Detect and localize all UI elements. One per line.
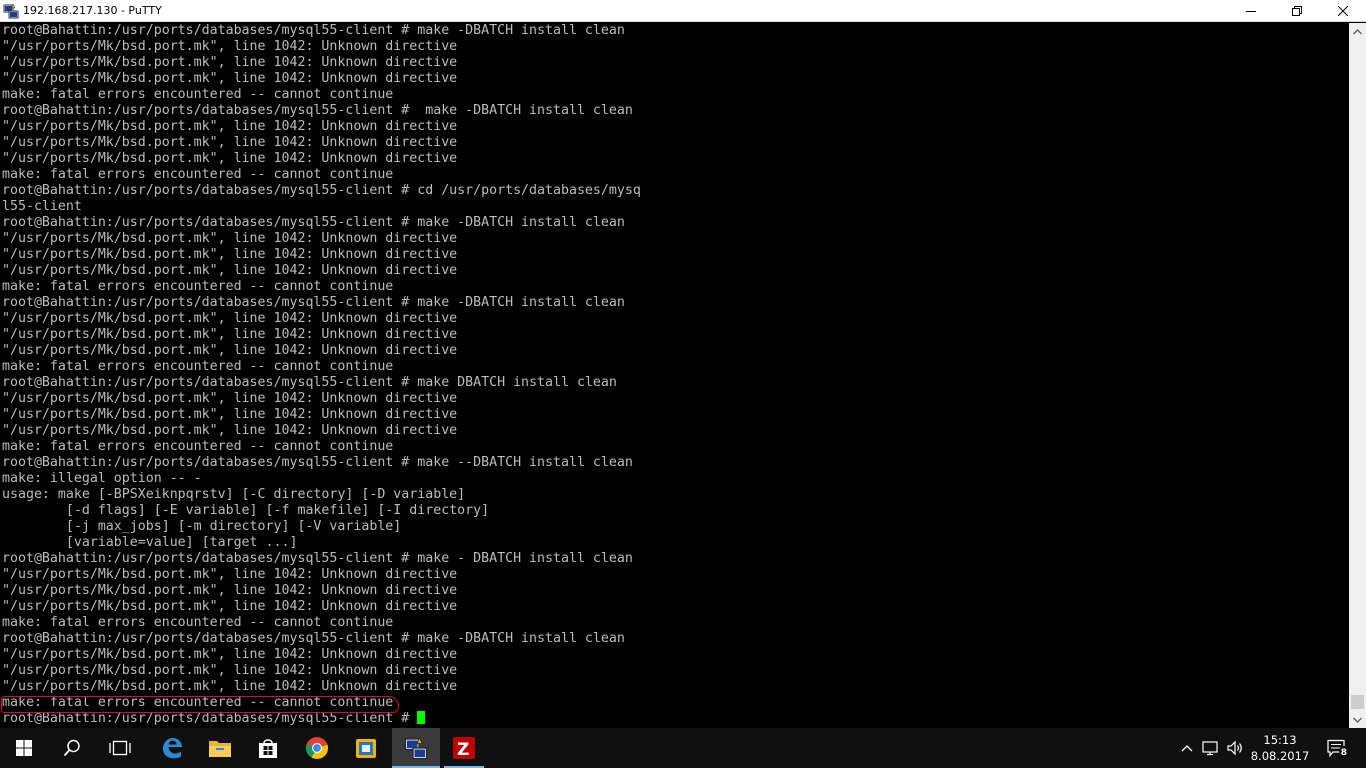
putty-icon <box>3 3 19 19</box>
app-icon <box>356 739 376 758</box>
clock-time: 15:13 <box>1263 733 1297 747</box>
terminal-line: make: fatal errors encountered -- cannot… <box>2 87 394 102</box>
window-title: 192.168.217.130 - PuTTY <box>23 4 162 17</box>
terminal-line: "/usr/ports/Mk/bsd.port.mk", line 1042: … <box>2 407 458 422</box>
scrollbar-thumb[interactable] <box>1351 695 1364 709</box>
taskbar-app[interactable] <box>342 728 390 768</box>
terminal-cursor <box>417 711 426 724</box>
terminal-line: root@Bahattin:/usr/ports/databases/mysql… <box>2 215 625 230</box>
task-view-icon <box>109 740 131 756</box>
store-icon <box>259 739 277 758</box>
windows-start-icon <box>16 740 32 756</box>
restore-icon <box>1292 6 1302 16</box>
scroll-down-icon <box>1353 717 1362 723</box>
task-view-button[interactable] <box>96 728 144 768</box>
terminal-line: "/usr/ports/Mk/bsd.port.mk", line 1042: … <box>2 55 458 70</box>
terminal-line: make: fatal errors encountered -- cannot… <box>2 439 394 454</box>
clock-date: 8.08.2017 <box>1250 749 1310 763</box>
terminal-line: make: fatal errors encountered -- cannot… <box>2 279 394 294</box>
svg-text:Z: Z <box>457 740 469 759</box>
terminal-line: "/usr/ports/Mk/bsd.port.mk", line 1042: … <box>2 311 458 326</box>
terminal-line: "/usr/ports/Mk/bsd.port.mk", line 1042: … <box>2 599 458 614</box>
terminal-line: "/usr/ports/Mk/bsd.port.mk", line 1042: … <box>2 343 458 358</box>
terminal-line: "/usr/ports/Mk/bsd.port.mk", line 1042: … <box>2 119 458 134</box>
terminal-line: "/usr/ports/Mk/bsd.port.mk", line 1042: … <box>2 71 458 86</box>
terminal-window[interactable]: root@Bahattin:/usr/ports/databases/mysql… <box>0 23 1349 728</box>
taskbar-filezilla[interactable]: Z <box>440 728 488 768</box>
terminal-line: "/usr/ports/Mk/bsd.port.mk", line 1042: … <box>2 663 458 678</box>
close-icon <box>1338 6 1348 16</box>
putty-icon <box>404 736 428 760</box>
terminal-line: root@Bahattin:/usr/ports/databases/mysql… <box>2 183 641 198</box>
terminal-line: l55-client <box>2 199 82 214</box>
file-explorer-icon <box>209 741 231 757</box>
network-button[interactable] <box>1199 728 1223 768</box>
filezilla-icon: Z <box>453 737 475 759</box>
search-icon <box>63 739 80 757</box>
taskbar-edge[interactable] <box>148 728 196 768</box>
taskbar-file-explorer[interactable] <box>196 728 244 768</box>
scroll-up-icon <box>1353 28 1362 34</box>
terminal-line: root@Bahattin:/usr/ports/databases/mysql… <box>2 103 633 118</box>
taskbar: Z 15:13 8.08.2017 8 <box>0 728 1366 768</box>
terminal-prompt-line: root@Bahattin:/usr/ports/databases/mysql… <box>2 711 641 727</box>
terminal-line: "/usr/ports/Mk/bsd.port.mk", line 1042: … <box>2 231 458 246</box>
volume-icon <box>1227 740 1242 756</box>
search-button[interactable] <box>48 728 96 768</box>
close-button[interactable] <box>1320 0 1366 22</box>
terminal-line: "/usr/ports/Mk/bsd.port.mk", line 1042: … <box>2 583 458 598</box>
terminal-line: "/usr/ports/Mk/bsd.port.mk", line 1042: … <box>2 647 458 662</box>
terminal-line: make: illegal option -- - <box>2 471 202 486</box>
taskbar-putty[interactable] <box>392 728 440 768</box>
terminal-line: root@Bahattin:/usr/ports/databases/mysql… <box>2 631 625 646</box>
terminal-line: make: fatal errors encountered -- cannot… <box>2 359 394 374</box>
chevron-up-icon <box>1181 745 1193 752</box>
terminal-line: "/usr/ports/Mk/bsd.port.mk", line 1042: … <box>2 247 458 262</box>
terminal-line: "/usr/ports/Mk/bsd.port.mk", line 1042: … <box>2 679 458 694</box>
taskbar-chrome[interactable] <box>293 728 341 768</box>
terminal-line: root@Bahattin:/usr/ports/databases/mysql… <box>2 23 625 38</box>
error-highlight-annotation <box>1 696 399 713</box>
action-center-button[interactable]: 8 <box>1318 728 1358 768</box>
scroll-down-button[interactable] <box>1349 711 1366 728</box>
terminal-prompt: root@Bahattin:/usr/ports/databases/mysql… <box>2 711 418 726</box>
maximize-button[interactable] <box>1274 0 1320 22</box>
terminal-line: make: fatal errors encountered -- cannot… <box>2 167 394 182</box>
title-bar: 192.168.217.130 - PuTTY <box>0 0 1366 22</box>
terminal-line: "/usr/ports/Mk/bsd.port.mk", line 1042: … <box>2 391 458 406</box>
notification-count: 8 <box>1341 748 1347 757</box>
terminal-line: "/usr/ports/Mk/bsd.port.mk", line 1042: … <box>2 567 458 582</box>
terminal-line: "/usr/ports/Mk/bsd.port.mk", line 1042: … <box>2 135 458 150</box>
terminal-line: [-d flags] [-E variable] [-f makefile] [… <box>2 503 490 518</box>
start-button[interactable] <box>0 728 48 768</box>
terminal-line: root@Bahattin:/usr/ports/databases/mysql… <box>2 375 617 390</box>
terminal-line: "/usr/ports/Mk/bsd.port.mk", line 1042: … <box>2 327 458 342</box>
scroll-up-button[interactable] <box>1349 23 1366 40</box>
terminal-line: [variable=value] [target ...] <box>2 535 298 550</box>
volume-button[interactable] <box>1224 728 1246 768</box>
terminal-line: [-j max_jobs] [-m directory] [-V variabl… <box>2 519 402 534</box>
minimize-button[interactable] <box>1228 0 1274 22</box>
terminal-line: "/usr/ports/Mk/bsd.port.mk", line 1042: … <box>2 39 458 54</box>
terminal-output: root@Bahattin:/usr/ports/databases/mysql… <box>2 23 641 727</box>
terminal-line: usage: make [-BPSXeiknpqrstv] [-C direct… <box>2 487 466 502</box>
taskbar-store[interactable] <box>244 728 292 768</box>
terminal-line: make: fatal errors encountered -- cannot… <box>2 615 394 630</box>
vertical-scrollbar[interactable] <box>1349 23 1366 728</box>
terminal-line: "/usr/ports/Mk/bsd.port.mk", line 1042: … <box>2 263 458 278</box>
network-icon <box>1202 741 1218 756</box>
terminal-line: "/usr/ports/Mk/bsd.port.mk", line 1042: … <box>2 423 458 438</box>
terminal-line: root@Bahattin:/usr/ports/databases/mysql… <box>2 295 625 310</box>
tray-overflow-button[interactable] <box>1177 728 1197 768</box>
terminal-line: "/usr/ports/Mk/bsd.port.mk", line 1042: … <box>2 151 458 166</box>
notification-icon: 8 <box>1327 739 1349 757</box>
edge-icon <box>163 738 182 759</box>
terminal-line: root@Bahattin:/usr/ports/databases/mysql… <box>2 455 633 470</box>
minimize-icon <box>1246 11 1256 12</box>
terminal-line: root@Bahattin:/usr/ports/databases/mysql… <box>2 551 633 566</box>
system-clock[interactable]: 15:13 8.08.2017 <box>1248 732 1312 764</box>
chrome-icon <box>305 737 329 759</box>
